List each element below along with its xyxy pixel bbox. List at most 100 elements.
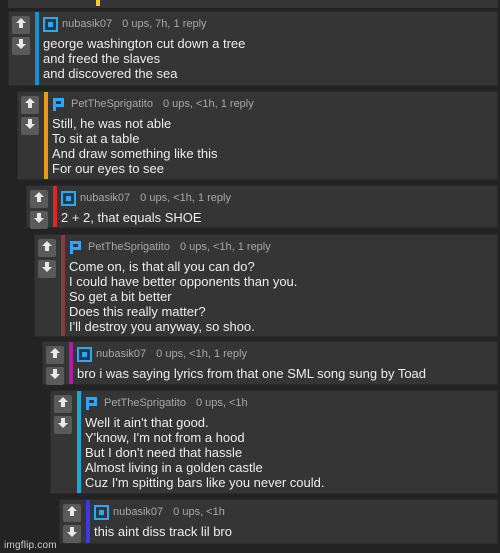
username-link[interactable]: PetTheSprigatito xyxy=(88,241,170,253)
comment-line: And draw something like this xyxy=(52,146,218,161)
thread-depth-bar xyxy=(44,92,48,179)
comment-meta: 0 ups, <1h, 1 reply xyxy=(179,241,271,253)
username-link[interactable]: PetTheSprigatito xyxy=(71,98,153,110)
watermark: imgflip.com xyxy=(4,540,57,551)
comment-header: nubasik07 0 ups, 7h, 1 reply xyxy=(43,15,207,33)
down-arrow-icon xyxy=(41,260,53,278)
comment-line: Does this really matter? xyxy=(69,304,206,319)
downvote-button[interactable] xyxy=(63,525,81,543)
upvote-button[interactable] xyxy=(63,504,81,522)
avatar[interactable] xyxy=(61,190,76,206)
comment-line: george washington cut down a tree xyxy=(43,36,246,51)
downvote-button[interactable] xyxy=(38,260,56,278)
comment-line: and freed the slaves xyxy=(43,51,161,66)
comment-meta: 0 ups, <1h, 1 reply xyxy=(156,348,247,360)
thread-depth-bar xyxy=(35,12,39,85)
upvote-button[interactable] xyxy=(21,96,39,114)
up-arrow-icon xyxy=(33,190,45,208)
vote-controls xyxy=(18,92,44,179)
down-arrow-icon xyxy=(57,416,69,434)
thread-depth-bar xyxy=(77,391,81,493)
comment-header: nubasik07 0 ups, <1h xyxy=(94,503,225,521)
comment: nubasik07 0 ups, 7h, 1 reply george washin… xyxy=(8,11,498,86)
comment-meta: 0 ups, 7h, 1 reply xyxy=(122,18,207,30)
comment-line: But I don't need that hassle xyxy=(85,445,243,460)
avatar[interactable] xyxy=(94,504,109,520)
username-link[interactable]: nubasik07 xyxy=(80,192,130,204)
comment-line: Come on, is that all you can do? xyxy=(69,259,255,274)
down-arrow-icon xyxy=(24,117,36,135)
vote-controls xyxy=(9,12,35,85)
comment-line: I could have better opponents than you. xyxy=(69,274,298,289)
comment-header: nubasik07 0 ups, <1h, 1 reply xyxy=(61,189,231,207)
vote-controls xyxy=(51,391,77,493)
downvote-button[interactable] xyxy=(46,367,64,385)
comment-body: 2 + 2, that equals SHOE xyxy=(61,210,491,225)
thread-depth-bar xyxy=(69,342,73,384)
comment: nubasik07 0 ups, <1h, 1 reply 2 + 2, that … xyxy=(26,185,498,229)
downvote-button[interactable] xyxy=(12,37,30,55)
thread-depth-bar xyxy=(53,186,57,227)
comment-line: Cuz I'm spitting bars like you never cou… xyxy=(85,475,325,490)
comment: nubasik07 0 ups, <1h this aint diss track … xyxy=(59,499,498,544)
comment-line: Well it ain't that good. xyxy=(85,415,209,430)
vote-controls xyxy=(35,235,61,336)
comment: nubasik07 0 ups, <1h, 1 reply bro i was sa… xyxy=(42,341,498,385)
comment-line: So get a bit better xyxy=(69,289,172,304)
upvote-button[interactable] xyxy=(38,239,56,257)
upvote-button[interactable] xyxy=(30,190,48,208)
avatar[interactable] xyxy=(52,97,67,112)
downvote-button[interactable] xyxy=(30,211,48,229)
upvote-button[interactable] xyxy=(46,346,64,364)
avatar[interactable] xyxy=(85,396,100,411)
down-arrow-icon xyxy=(66,525,78,543)
up-arrow-icon xyxy=(24,96,36,114)
comment: PetTheSprigatito 0 ups, <1h, 1 reply Still… xyxy=(17,91,498,180)
upvote-button[interactable] xyxy=(12,16,30,34)
comment-meta: 0 ups, <1h xyxy=(195,397,248,409)
thread-depth-bar xyxy=(86,500,90,543)
previous-comment-strip xyxy=(8,0,498,8)
username-link[interactable]: nubasik07 xyxy=(62,18,112,30)
upvote-button[interactable] xyxy=(54,395,72,413)
downvote-button[interactable] xyxy=(54,416,72,434)
comment-line: I'll destroy you anyway, so shoo. xyxy=(69,319,255,334)
comment-body: Come on, is that all you can do? I could … xyxy=(69,259,491,334)
up-arrow-icon xyxy=(49,346,61,364)
comment-meta: 0 ups, <1h, 1 reply xyxy=(162,98,254,110)
comment-line: Almost living in a golden castle xyxy=(85,460,263,475)
username-link[interactable]: nubasik07 xyxy=(113,506,163,518)
comment-line: 2 + 2, that equals SHOE xyxy=(61,210,202,225)
previous-comment-bar xyxy=(96,0,100,6)
comment-header: PetTheSprigatito 0 ups, <1h, 1 reply xyxy=(69,238,271,256)
down-arrow-icon xyxy=(33,211,45,229)
vote-controls xyxy=(43,342,69,385)
comment-body: george washington cut down a tree and fre… xyxy=(43,36,491,81)
comment-thread: nubasik07 0 ups, 7h, 1 reply george washin… xyxy=(0,0,500,553)
avatar[interactable] xyxy=(43,16,58,32)
up-arrow-icon xyxy=(57,395,69,413)
downvote-button[interactable] xyxy=(21,117,39,135)
avatar[interactable] xyxy=(69,240,84,255)
comment-line: and discovered the sea xyxy=(43,66,178,81)
up-arrow-icon xyxy=(15,16,27,34)
comment-line: For our eyes to see xyxy=(52,161,164,176)
down-arrow-icon xyxy=(49,367,61,385)
username-link[interactable]: PetTheSprigatito xyxy=(104,397,186,409)
comment: PetTheSprigatito 0 ups, <1h, 1 reply Come … xyxy=(34,234,498,337)
username-link[interactable]: nubasik07 xyxy=(96,348,146,360)
comment-body: Well it ain't that good. Y'know, I'm not … xyxy=(85,415,491,490)
down-arrow-icon xyxy=(15,37,27,55)
vote-controls xyxy=(60,500,86,543)
thread-depth-bar xyxy=(61,235,65,336)
up-arrow-icon xyxy=(66,504,78,522)
avatar[interactable] xyxy=(77,346,92,362)
comment-body: bro i was saying lyrics from that one SM… xyxy=(77,366,491,381)
comment-line: Y'know, I'm not from a hood xyxy=(85,430,245,445)
comment-header: nubasik07 0 ups, <1h, 1 reply xyxy=(77,345,247,363)
vote-controls xyxy=(27,186,53,229)
comment-line: Still, he was not able xyxy=(52,116,172,131)
comment-line: this aint diss track lil bro xyxy=(94,524,232,539)
comment-meta: 0 ups, <1h xyxy=(173,506,225,518)
comment-line: To sit at a table xyxy=(52,131,140,146)
